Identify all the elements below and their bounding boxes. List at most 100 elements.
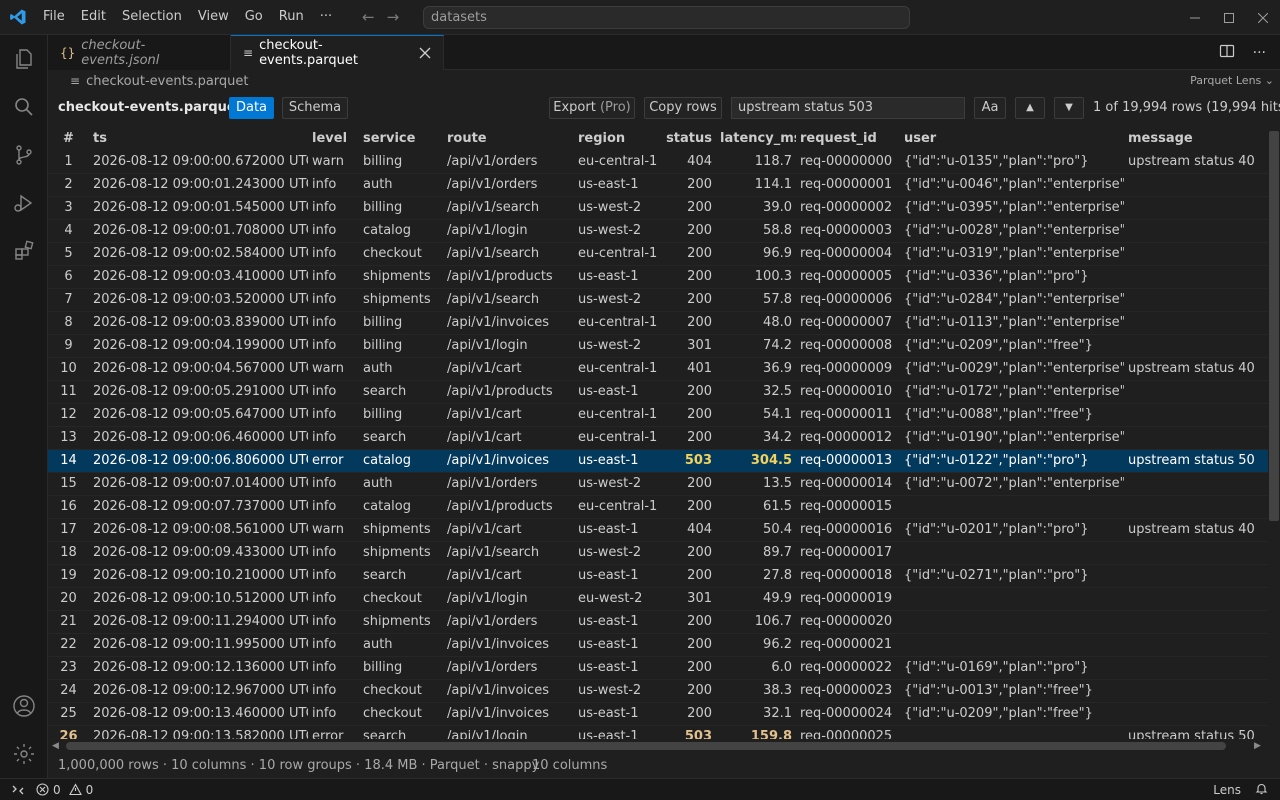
table-cell: req-00000005 (796, 265, 900, 289)
schema-tab-button[interactable]: Schema (282, 97, 348, 119)
columns-count[interactable]: 10 columns (532, 758, 607, 773)
next-match-button[interactable]: ▼ (1054, 97, 1084, 119)
table-row[interactable]: 3 2026-08-12 09:00:01.545000 UTC info billi… (48, 196, 1268, 220)
back-arrow-icon[interactable]: ← (362, 8, 375, 26)
more-actions-icon[interactable]: ··· (1253, 45, 1266, 61)
menu-item[interactable]: Go (237, 5, 271, 29)
table-cell: {"id":"u-0395","plan":"enterprise"} (900, 196, 1124, 220)
minimize-icon[interactable] (1178, 0, 1212, 35)
table-row[interactable]: 17 2026-08-12 09:00:08.561000 UTC warn ship… (48, 518, 1268, 542)
table-cell: req-00000021 (796, 633, 900, 657)
table-row[interactable]: 14 2026-08-12 09:00:06.806000 UTC error cat… (48, 449, 1268, 473)
column-header-request-id[interactable]: request_id (796, 127, 900, 150)
table-cell: 404 (660, 150, 716, 174)
table-cell: 200 (660, 633, 716, 657)
table-row[interactable]: 9 2026-08-12 09:00:04.199000 UTC info billi… (48, 334, 1268, 358)
maximize-icon[interactable] (1212, 0, 1246, 35)
menu-item[interactable]: View (190, 5, 237, 29)
horizontal-scroll-thumb[interactable] (66, 742, 1226, 750)
close-tab-icon[interactable] (419, 47, 431, 59)
table-cell: 13.5 (716, 472, 796, 496)
column-header-status[interactable]: status (660, 127, 716, 150)
data-grid[interactable]: # ts level service route region status latency_… (48, 127, 1268, 739)
breadcrumb-file[interactable]: checkout-events.parquet (86, 74, 248, 89)
menu-item[interactable]: Edit (73, 5, 114, 29)
table-row[interactable]: 11 2026-08-12 09:00:05.291000 UTC info sear… (48, 380, 1268, 404)
vertical-scroll-thumb[interactable] (1269, 131, 1279, 521)
problems-indicator[interactable]: 0 0 (36, 783, 93, 797)
column-header-service[interactable]: service (359, 127, 443, 150)
column-header-index[interactable]: # (48, 127, 89, 150)
column-header-latency-ms[interactable]: latency_ms (716, 127, 796, 150)
table-row[interactable]: 23 2026-08-12 09:00:12.136000 UTC info bill… (48, 656, 1268, 680)
run-debug-icon[interactable] (0, 179, 48, 227)
table-cell: us-east-1 (574, 725, 660, 739)
match-case-button[interactable]: Aa (974, 97, 1006, 119)
parquet-lens-label: Parquet Lens (1190, 74, 1262, 87)
table-row[interactable]: 5 2026-08-12 09:00:02.584000 UTC info check… (48, 242, 1268, 266)
table-row[interactable]: 4 2026-08-12 09:00:01.708000 UTC info catal… (48, 219, 1268, 243)
data-tab-button[interactable]: Data (229, 97, 274, 119)
table-row[interactable]: 19 2026-08-12 09:00:10.210000 UTC info sear… (48, 564, 1268, 588)
previous-match-button[interactable]: ▲ (1015, 97, 1045, 119)
menu-item[interactable]: Selection (114, 5, 190, 29)
command-center-search[interactable]: datasets (423, 6, 910, 29)
table-row[interactable]: 1 2026-08-12 09:00:00.672000 UTC warn billi… (48, 150, 1268, 174)
table-row[interactable]: 20 2026-08-12 09:00:10.512000 UTC info chec… (48, 587, 1268, 611)
lens-status[interactable]: Lens (1213, 783, 1241, 797)
close-window-icon[interactable] (1246, 0, 1280, 35)
horizontal-scrollbar[interactable]: ◀ ▶ (48, 739, 1268, 753)
scroll-right-icon[interactable]: ▶ (1254, 739, 1261, 753)
table-row[interactable]: 6 2026-08-12 09:00:03.410000 UTC info shipm… (48, 265, 1268, 289)
column-header-level[interactable]: level (308, 127, 359, 150)
table-row[interactable]: 7 2026-08-12 09:00:03.520000 UTC info shipm… (48, 288, 1268, 312)
table-cell: req-00000015 (796, 495, 900, 519)
search-icon[interactable] (0, 83, 48, 131)
account-icon[interactable] (0, 682, 48, 730)
table-row[interactable]: 26 2026-08-12 09:00:13.582000 UTC error sea… (48, 725, 1268, 739)
table-row[interactable]: 18 2026-08-12 09:00:09.433000 UTC info ship… (48, 541, 1268, 565)
copy-rows-button[interactable]: Copy rows (644, 97, 722, 119)
extensions-icon[interactable] (0, 227, 48, 275)
scroll-left-icon[interactable]: ◀ (52, 739, 59, 753)
explorer-icon[interactable] (0, 35, 48, 83)
tab-checkout-events-jsonl[interactable]: {} checkout-events.jsonl (48, 35, 231, 70)
settings-gear-icon[interactable] (0, 730, 48, 778)
menu-item[interactable]: ··· (312, 5, 340, 29)
dataset-info: 1,000,000 rows · 10 columns · 10 row gro… (58, 758, 540, 773)
source-control-icon[interactable] (0, 131, 48, 179)
table-cell: /api/v1/login (443, 219, 574, 243)
remote-indicator-icon[interactable] (0, 783, 36, 797)
table-row[interactable]: 25 2026-08-12 09:00:13.460000 UTC info chec… (48, 702, 1268, 726)
table-row[interactable]: 16 2026-08-12 09:00:07.737000 UTC info cata… (48, 495, 1268, 519)
table-row[interactable]: 22 2026-08-12 09:00:11.995000 UTC info auth… (48, 633, 1268, 657)
table-row[interactable]: 15 2026-08-12 09:00:07.014000 UTC info auth… (48, 472, 1268, 496)
table-row[interactable]: 2 2026-08-12 09:00:01.243000 UTC info auth /… (48, 173, 1268, 197)
vertical-scrollbar[interactable] (1268, 127, 1280, 739)
table-row[interactable]: 10 2026-08-12 09:00:04.567000 UTC warn auth… (48, 357, 1268, 381)
menu-item[interactable]: File (35, 5, 73, 29)
table-cell: 200 (660, 702, 716, 726)
find-input[interactable]: upstream status 503 (731, 97, 965, 119)
column-header-message[interactable]: message (1124, 127, 1268, 150)
table-row[interactable]: 21 2026-08-12 09:00:11.294000 UTC info ship… (48, 610, 1268, 634)
tab-checkout-events-parquet[interactable]: ≡ checkout-events.parquet (231, 35, 444, 70)
column-header-user[interactable]: user (900, 127, 1124, 150)
export-button[interactable]: Export (Pro) (549, 97, 635, 119)
table-row[interactable]: 24 2026-08-12 09:00:12.967000 UTC info chec… (48, 679, 1268, 703)
table-cell: us-west-2 (574, 196, 660, 220)
table-row[interactable]: 13 2026-08-12 09:00:06.460000 UTC info sear… (48, 426, 1268, 450)
table-cell: warn (308, 357, 359, 381)
table-row[interactable]: 12 2026-08-12 09:00:05.647000 UTC info bill… (48, 403, 1268, 427)
forward-arrow-icon[interactable]: → (387, 8, 400, 26)
column-header-ts[interactable]: ts (89, 127, 308, 150)
table-cell: 2026-08-12 09:00:06.806000 UTC (89, 449, 308, 473)
notifications-bell-icon[interactable] (1255, 782, 1268, 798)
menu-item[interactable]: Run (271, 5, 312, 29)
split-editor-icon[interactable] (1219, 43, 1235, 63)
parquet-lens-menu[interactable]: Parquet Lens ⌄ (1190, 74, 1274, 87)
table-row[interactable]: 8 2026-08-12 09:00:03.839000 UTC info billi… (48, 311, 1268, 335)
column-header-region[interactable]: region (574, 127, 660, 150)
table-cell: 2026-08-12 09:00:07.737000 UTC (89, 495, 308, 519)
column-header-route[interactable]: route (443, 127, 574, 150)
